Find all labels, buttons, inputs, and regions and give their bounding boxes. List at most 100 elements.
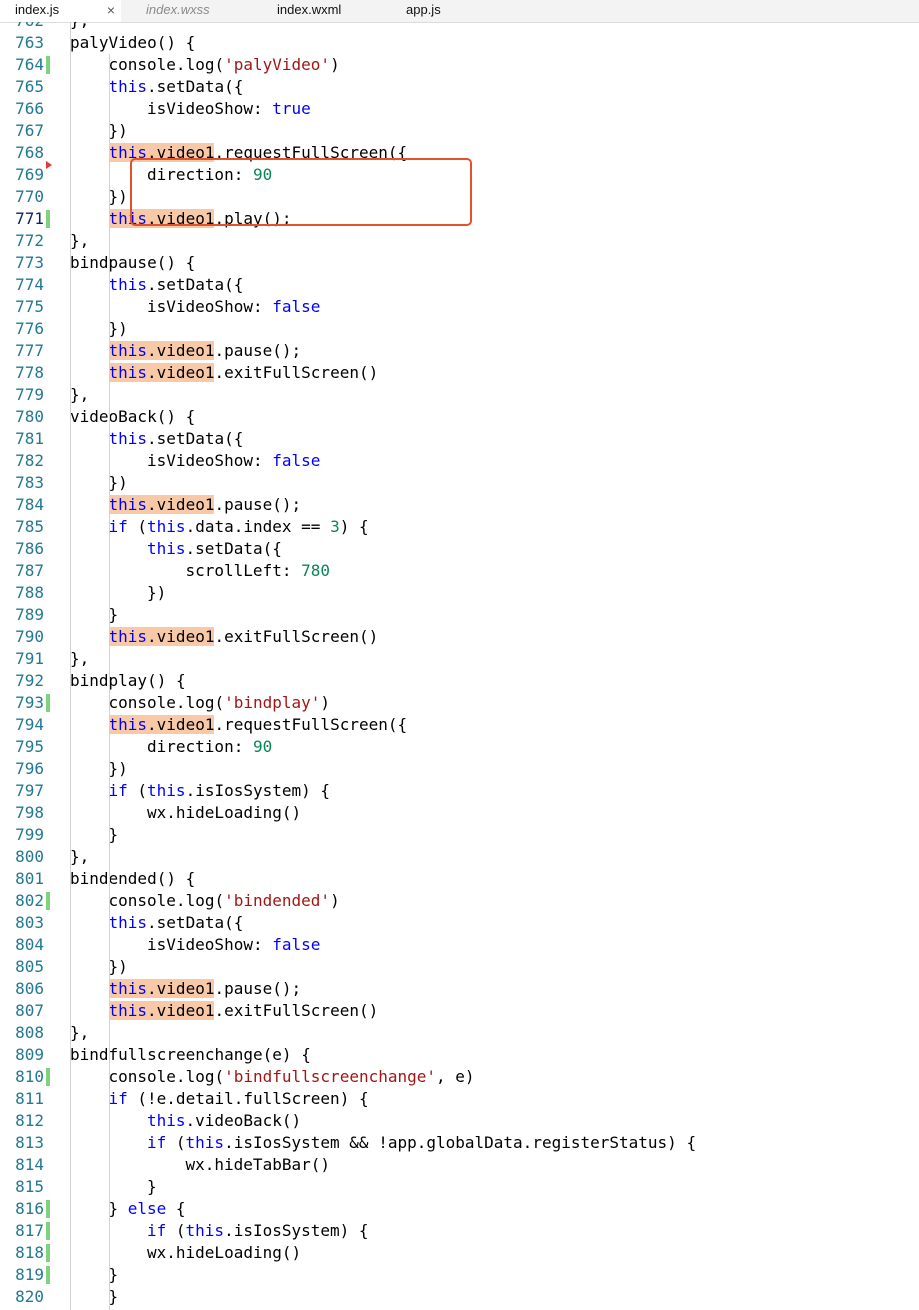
line-number[interactable]: 820 xyxy=(0,1286,44,1308)
code-line[interactable]: 797 if (this.isIosSystem) { xyxy=(0,780,919,802)
code-line[interactable]: 775 isVideoShow: false xyxy=(0,296,919,318)
line-number[interactable]: 792 xyxy=(0,670,44,692)
code-line[interactable]: 786 this.setData({ xyxy=(0,538,919,560)
line-number[interactable]: 774 xyxy=(0,274,44,296)
code-line[interactable]: 816} else { xyxy=(0,1198,919,1220)
line-number[interactable]: 810 xyxy=(0,1066,44,1088)
tab-index-wxml[interactable]: index.wxml xyxy=(277,0,387,22)
line-number[interactable]: 819 xyxy=(0,1264,44,1286)
code-line[interactable]: 789} xyxy=(0,604,919,626)
code-line[interactable]: 795 direction: 90 xyxy=(0,736,919,758)
code-line[interactable]: 815} xyxy=(0,1176,919,1198)
line-number[interactable]: 793 xyxy=(0,692,44,714)
code-line[interactable]: 801 bindended() { xyxy=(0,868,919,890)
code-line[interactable]: 773 bindpause() { xyxy=(0,252,919,274)
line-number[interactable]: 799 xyxy=(0,824,44,846)
line-number[interactable]: 812 xyxy=(0,1110,44,1132)
line-number[interactable]: 803 xyxy=(0,912,44,934)
code-line[interactable]: 767}) xyxy=(0,120,919,142)
line-number[interactable]: 764 xyxy=(0,54,44,76)
line-number[interactable]: 788 xyxy=(0,582,44,604)
code-line[interactable]: 799} xyxy=(0,824,919,846)
code-line[interactable]: 817 if (this.isIosSystem) { xyxy=(0,1220,919,1242)
tab-app-js[interactable]: app.js xyxy=(406,0,486,22)
code-line[interactable]: 779}, xyxy=(0,384,919,406)
line-number[interactable]: 769 xyxy=(0,164,44,186)
code-line[interactable]: 790 this.video1.exitFullScreen() xyxy=(0,626,919,648)
code-line[interactable]: 794 this.video1.requestFullScreen({ xyxy=(0,714,919,736)
line-number[interactable]: 817 xyxy=(0,1220,44,1242)
line-number[interactable]: 816 xyxy=(0,1198,44,1220)
line-number[interactable]: 763 xyxy=(0,32,44,54)
line-number[interactable]: 780 xyxy=(0,406,44,428)
line-number[interactable]: 800 xyxy=(0,846,44,868)
code-line[interactable]: 784 this.video1.pause(); xyxy=(0,494,919,516)
line-number[interactable]: 762 xyxy=(0,22,44,32)
code-line[interactable]: 776}) xyxy=(0,318,919,340)
line-number[interactable]: 804 xyxy=(0,934,44,956)
code-line[interactable]: 818 wx.hideLoading() xyxy=(0,1242,919,1264)
line-number[interactable]: 773 xyxy=(0,252,44,274)
code-line[interactable]: 820} xyxy=(0,1286,919,1308)
line-number[interactable]: 813 xyxy=(0,1132,44,1154)
line-number[interactable]: 765 xyxy=(0,76,44,98)
line-number[interactable]: 768 xyxy=(0,142,44,164)
line-number[interactable]: 766 xyxy=(0,98,44,120)
code-line[interactable]: 798 wx.hideLoading() xyxy=(0,802,919,824)
line-number[interactable]: 784 xyxy=(0,494,44,516)
code-line[interactable]: 780 videoBack() { xyxy=(0,406,919,428)
line-number[interactable]: 782 xyxy=(0,450,44,472)
line-number[interactable]: 806 xyxy=(0,978,44,1000)
line-number[interactable]: 783 xyxy=(0,472,44,494)
line-number[interactable]: 798 xyxy=(0,802,44,824)
code-line[interactable]: 783}) xyxy=(0,472,919,494)
line-number[interactable]: 811 xyxy=(0,1088,44,1110)
line-number[interactable]: 790 xyxy=(0,626,44,648)
line-number[interactable]: 815 xyxy=(0,1176,44,1198)
code-line[interactable]: 763 palyVideo() { xyxy=(0,32,919,54)
code-line[interactable]: 802 console.log('bindended') xyxy=(0,890,919,912)
code-line[interactable]: 777 this.video1.pause(); xyxy=(0,340,919,362)
line-number[interactable]: 805 xyxy=(0,956,44,978)
code-line[interactable]: 791}, xyxy=(0,648,919,670)
line-number[interactable]: 787 xyxy=(0,560,44,582)
line-number[interactable]: 778 xyxy=(0,362,44,384)
code-line[interactable]: 804 isVideoShow: false xyxy=(0,934,919,956)
code-line[interactable]: 819} xyxy=(0,1264,919,1286)
code-line[interactable]: 806 this.video1.pause(); xyxy=(0,978,919,1000)
code-line[interactable]: 803 this.setData({ xyxy=(0,912,919,934)
code-line[interactable]: 796}) xyxy=(0,758,919,780)
code-line[interactable]: 778 this.video1.exitFullScreen() xyxy=(0,362,919,384)
line-number[interactable]: 791 xyxy=(0,648,44,670)
code-line[interactable]: 811 if (!e.detail.fullScreen) { xyxy=(0,1088,919,1110)
code-line[interactable]: 812 this.videoBack() xyxy=(0,1110,919,1132)
code-line[interactable]: 781 this.setData({ xyxy=(0,428,919,450)
line-number[interactable]: 797 xyxy=(0,780,44,802)
tab-index-js[interactable]: index.js × xyxy=(0,0,121,22)
line-number[interactable]: 771 xyxy=(0,208,44,230)
line-number[interactable]: 777 xyxy=(0,340,44,362)
code-line[interactable]: 764 console.log('palyVideo') xyxy=(0,54,919,76)
line-number[interactable]: 818 xyxy=(0,1242,44,1264)
code-line[interactable]: 800}, xyxy=(0,846,919,868)
code-line[interactable]: 809 bindfullscreenchange(e) { xyxy=(0,1044,919,1066)
line-number[interactable]: 794 xyxy=(0,714,44,736)
code-line[interactable]: 813 if (this.isIosSystem && !app.globalDa… xyxy=(0,1132,919,1154)
line-number[interactable]: 767 xyxy=(0,120,44,142)
code-line[interactable]: 807 this.video1.exitFullScreen() xyxy=(0,1000,919,1022)
code-line[interactable]: 782 isVideoShow: false xyxy=(0,450,919,472)
line-number[interactable]: 770 xyxy=(0,186,44,208)
code-line[interactable]: 766 isVideoShow: true xyxy=(0,98,919,120)
code-line[interactable]: 787 scrollLeft: 780 xyxy=(0,560,919,582)
code-line[interactable]: 792 bindplay() { xyxy=(0,670,919,692)
code-line[interactable]: 774 this.setData({ xyxy=(0,274,919,296)
code-line[interactable]: 805}) xyxy=(0,956,919,978)
code-line[interactable]: 785 if (this.data.index == 3) { xyxy=(0,516,919,538)
code-line[interactable]: 793 console.log('bindplay') xyxy=(0,692,919,714)
line-number[interactable]: 775 xyxy=(0,296,44,318)
line-number[interactable]: 814 xyxy=(0,1154,44,1176)
code-line[interactable]: 765 this.setData({ xyxy=(0,76,919,98)
code-line[interactable]: 808}, xyxy=(0,1022,919,1044)
code-line[interactable]: 788}) xyxy=(0,582,919,604)
line-number[interactable]: 802 xyxy=(0,890,44,912)
